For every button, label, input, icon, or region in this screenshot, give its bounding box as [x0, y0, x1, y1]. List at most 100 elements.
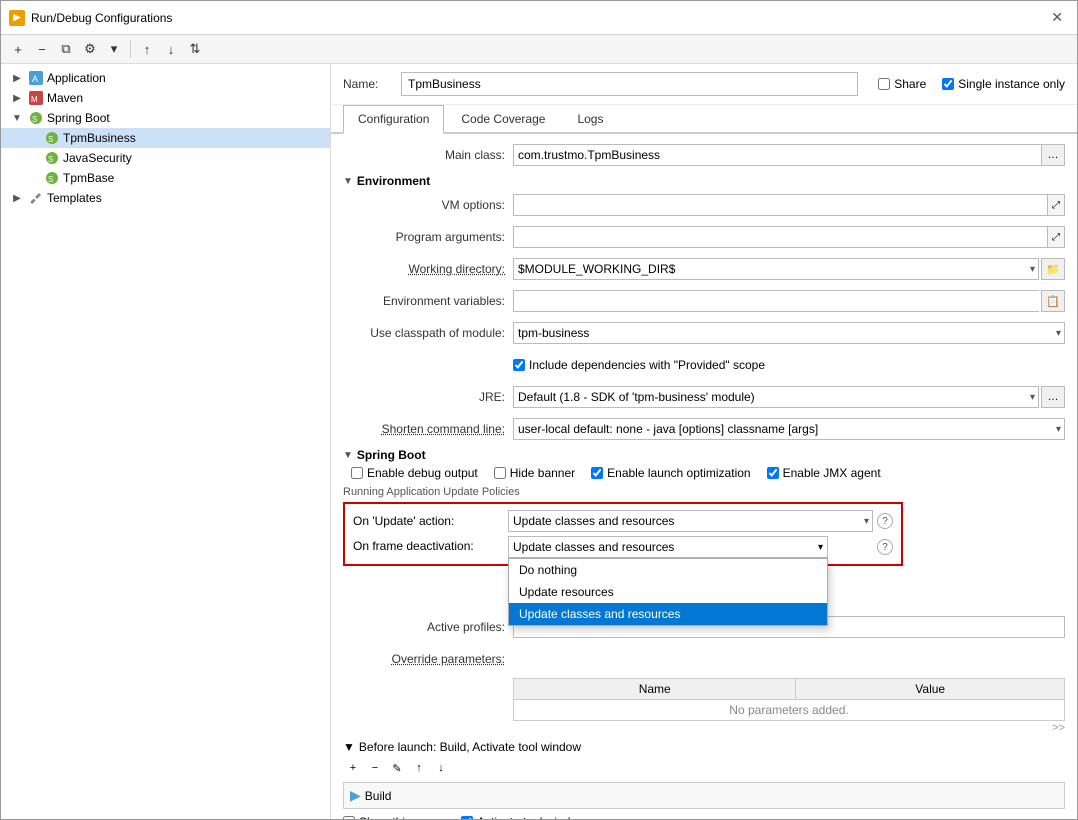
- collapse-icon[interactable]: ▼: [343, 176, 353, 187]
- hide-banner-checkbox[interactable]: [494, 467, 506, 479]
- before-launch-down-button[interactable]: ↓: [431, 758, 451, 778]
- program-args-input[interactable]: [513, 226, 1047, 248]
- before-launch-edit-button[interactable]: ✎: [387, 758, 407, 778]
- name-input[interactable]: [401, 72, 858, 96]
- before-launch-collapse-icon[interactable]: ▼: [343, 740, 355, 754]
- main-area: ▶ A Application ▶ M Maven ▼: [1, 64, 1077, 819]
- spring-boot-section-header: ▼ Spring Boot: [343, 448, 1065, 462]
- enable-launch-checkbox[interactable]: [591, 467, 603, 479]
- vm-options-input[interactable]: [513, 194, 1047, 216]
- show-page-label[interactable]: Show this page: [343, 815, 441, 819]
- before-launch-add-button[interactable]: +: [343, 758, 363, 778]
- params-scroll-hint: >>: [513, 722, 1065, 734]
- build-item-label: Build: [365, 789, 392, 803]
- vm-options-expand-button[interactable]: ⤢: [1047, 194, 1065, 216]
- jre-dropdown: Default (1.8 - SDK of 'tpm-business' mod…: [513, 386, 1039, 408]
- show-page-text: Show this page: [359, 815, 441, 819]
- window-icon: ▶: [9, 10, 25, 26]
- move-down-button[interactable]: ↓: [160, 38, 182, 60]
- include-deps-row: Include dependencies with "Provided" sco…: [343, 352, 1065, 378]
- working-dir-input[interactable]: [513, 258, 1039, 280]
- on-frame-dropdown-trigger[interactable]: Update classes and resources ▾: [508, 536, 828, 558]
- main-class-browse-button[interactable]: …: [1041, 144, 1065, 166]
- sidebar-item-application[interactable]: ▶ A Application: [1, 68, 330, 88]
- content-panel: Name: Share Single instance only Configu…: [331, 64, 1077, 819]
- shorten-cmd-select[interactable]: user-local default: none - java [options…: [513, 418, 1065, 440]
- on-update-select[interactable]: Update classes and resources Do nothing …: [508, 510, 873, 532]
- program-args-field: ⤢: [513, 226, 1065, 248]
- sidebar-item-templates[interactable]: ▶ Templates: [1, 188, 330, 208]
- sidebar-item-tpm-business[interactable]: S TpmBusiness: [1, 128, 330, 148]
- jre-browse-button[interactable]: …: [1041, 386, 1065, 408]
- sidebar-item-spring-boot[interactable]: ▼ S Spring Boot: [1, 108, 330, 128]
- expand-icon: ▶: [9, 73, 25, 84]
- enable-launch-label[interactable]: Enable launch optimization: [591, 466, 750, 480]
- hide-banner-label[interactable]: Hide banner: [494, 466, 575, 480]
- env-vars-browse-button[interactable]: 📋: [1041, 290, 1065, 312]
- tree: ▶ A Application ▶ M Maven ▼: [1, 64, 330, 212]
- enable-jmx-label[interactable]: Enable JMX agent: [767, 466, 881, 480]
- jre-select[interactable]: Default (1.8 - SDK of 'tpm-business' mod…: [513, 386, 1039, 408]
- params-table-container: Name Value No parameters added. >>: [513, 678, 1065, 734]
- shorten-cmd-dropdown: user-local default: none - java [options…: [513, 418, 1065, 440]
- tab-code-coverage[interactable]: Code Coverage: [446, 105, 560, 132]
- tab-configuration[interactable]: Configuration: [343, 105, 444, 134]
- env-vars-input[interactable]: [513, 290, 1039, 312]
- toolbar-separator: [130, 40, 131, 58]
- close-button[interactable]: ✕: [1045, 7, 1069, 28]
- show-page-checkbox[interactable]: [343, 816, 355, 819]
- enable-debug-checkbox[interactable]: [351, 467, 363, 479]
- sidebar-item-java-security[interactable]: S JavaSecurity: [1, 148, 330, 168]
- tab-logs[interactable]: Logs: [562, 105, 618, 132]
- add-button[interactable]: +: [7, 38, 29, 60]
- enable-debug-label[interactable]: Enable debug output: [351, 466, 478, 480]
- copy-button[interactable]: ⧉: [55, 38, 77, 60]
- params-empty-row: No parameters added.: [514, 700, 1065, 721]
- dropdown-option-update-resources[interactable]: Update resources: [509, 581, 827, 603]
- include-deps-label[interactable]: Include dependencies with "Provided" sco…: [513, 358, 765, 372]
- spring-collapse-icon[interactable]: ▼: [343, 450, 353, 461]
- classpath-row: Use classpath of module: tpm-business ▾: [343, 320, 1065, 346]
- name-label: Name:: [343, 77, 393, 91]
- dropdown-option-do-nothing[interactable]: Do nothing: [509, 559, 827, 581]
- svg-text:S: S: [48, 135, 53, 144]
- sidebar-item-tpm-base[interactable]: S TpmBase: [1, 168, 330, 188]
- classpath-select[interactable]: tpm-business: [513, 322, 1065, 344]
- single-instance-checkbox[interactable]: [942, 78, 954, 90]
- program-args-expand-button[interactable]: ⤢: [1047, 226, 1065, 248]
- title-bar: ▶ Run/Debug Configurations ✕: [1, 1, 1077, 35]
- activate-tool-checkbox[interactable]: [461, 816, 473, 819]
- activate-tool-text: Activate tool window: [477, 815, 586, 819]
- settings-button[interactable]: ⚙: [79, 38, 101, 60]
- dropdown-option-update-classes[interactable]: Update classes and resources: [509, 603, 827, 625]
- dropdown-button[interactable]: ▾: [103, 38, 125, 60]
- spring-icon: S: [44, 150, 60, 166]
- on-frame-dropdown-menu: Do nothing Update resources Update class…: [508, 558, 828, 626]
- on-update-help-icon[interactable]: ?: [877, 513, 893, 529]
- main-class-input[interactable]: [513, 144, 1041, 166]
- activate-tool-label[interactable]: Activate tool window: [461, 815, 586, 819]
- before-launch-label: Before launch: Build, Activate tool wind…: [359, 740, 581, 754]
- enable-jmx-checkbox[interactable]: [767, 467, 779, 479]
- window-title: Run/Debug Configurations: [31, 11, 172, 25]
- before-launch-up-button[interactable]: ↑: [409, 758, 429, 778]
- move-up-button[interactable]: ↑: [136, 38, 158, 60]
- single-instance-label[interactable]: Single instance only: [942, 77, 1065, 91]
- working-dir-browse-button[interactable]: 📁: [1041, 258, 1065, 280]
- remove-button[interactable]: −: [31, 38, 53, 60]
- sidebar-item-maven[interactable]: ▶ M Maven: [1, 88, 330, 108]
- vm-options-field: ⤢: [513, 194, 1065, 216]
- share-label: Share: [894, 77, 926, 91]
- wrench-icon: [28, 190, 44, 206]
- before-launch-section: ▼ Before launch: Build, Activate tool wi…: [343, 740, 1065, 809]
- include-deps-checkbox[interactable]: [513, 359, 525, 371]
- override-params-row: Override parameters:: [343, 646, 1065, 672]
- share-checkbox[interactable]: [878, 78, 890, 90]
- svg-text:A: A: [32, 74, 38, 84]
- on-frame-help-icon[interactable]: ?: [877, 539, 893, 555]
- share-checkbox-label[interactable]: Share: [878, 77, 926, 91]
- sort-button[interactable]: ⇅: [184, 38, 206, 60]
- maven-icon: M: [28, 90, 44, 106]
- before-launch-remove-button[interactable]: −: [365, 758, 385, 778]
- on-update-dropdown: Update classes and resources Do nothing …: [508, 510, 873, 532]
